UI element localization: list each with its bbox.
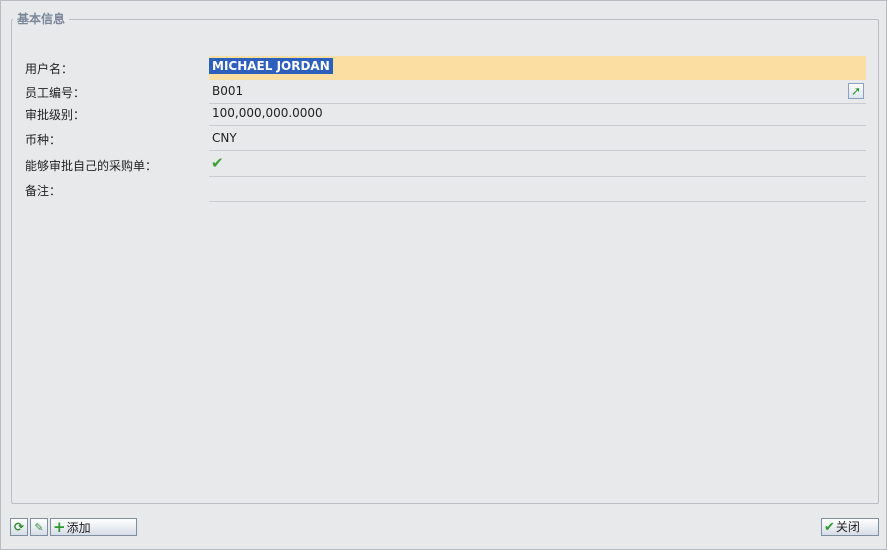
username-label: 用户名： bbox=[25, 62, 74, 76]
remark-row: 备注： bbox=[25, 178, 867, 202]
refresh-icon: ⟳ bbox=[13, 520, 25, 534]
approval-level-field[interactable]: 100,000,000.0000 bbox=[209, 102, 866, 126]
edit-button[interactable]: ✎ bbox=[30, 518, 48, 536]
employee-no-value: B001 bbox=[212, 84, 244, 98]
approve-own-po-row: 能够审批自己的采购单： ✔ bbox=[25, 153, 867, 177]
add-button[interactable]: +添加 bbox=[50, 518, 137, 536]
remark-field[interactable] bbox=[209, 178, 866, 202]
checkmark-icon: ✔ bbox=[824, 520, 835, 535]
employee-no-field[interactable]: B001 ➚ bbox=[209, 80, 866, 104]
edit-icon: ✎ bbox=[34, 521, 44, 534]
employee-no-row: 员工编号： B001 ➚ bbox=[25, 80, 867, 104]
open-link-arrow-icon[interactable]: ➚ bbox=[848, 83, 864, 99]
currency-label: 币种： bbox=[25, 133, 62, 147]
plus-icon: + bbox=[53, 518, 66, 536]
approve-own-po-label: 能够审批自己的采购单： bbox=[25, 159, 158, 173]
approval-level-value: 100,000,000.0000 bbox=[212, 106, 323, 120]
refresh-button[interactable]: ⟳ bbox=[10, 518, 28, 536]
currency-field[interactable]: CNY bbox=[209, 127, 866, 151]
currency-row: 币种： CNY bbox=[25, 127, 867, 151]
username-field[interactable]: MICHAEL JORDAN bbox=[209, 56, 866, 80]
approval-level-label: 审批级别： bbox=[25, 108, 86, 122]
checkmark-icon[interactable]: ✔ bbox=[211, 154, 224, 172]
approve-own-po-field[interactable]: ✔ bbox=[209, 153, 866, 177]
remark-label: 备注： bbox=[25, 184, 62, 198]
username-value[interactable]: MICHAEL JORDAN bbox=[209, 58, 333, 74]
currency-value: CNY bbox=[212, 131, 237, 145]
dialog-window: 基本信息 用户名： MICHAEL JORDAN 员工编号： B001 ➚ 审批… bbox=[0, 0, 887, 550]
username-row: 用户名： MICHAEL JORDAN bbox=[25, 56, 867, 80]
close-button[interactable]: ✔关闭 bbox=[821, 518, 879, 536]
add-button-label: 添加 bbox=[66, 521, 91, 535]
group-title: 基本信息 bbox=[13, 10, 70, 28]
approval-level-row: 审批级别： 100,000,000.0000 bbox=[25, 102, 867, 126]
employee-no-label: 员工编号： bbox=[25, 86, 86, 100]
close-button-label: 关闭 bbox=[835, 520, 860, 534]
